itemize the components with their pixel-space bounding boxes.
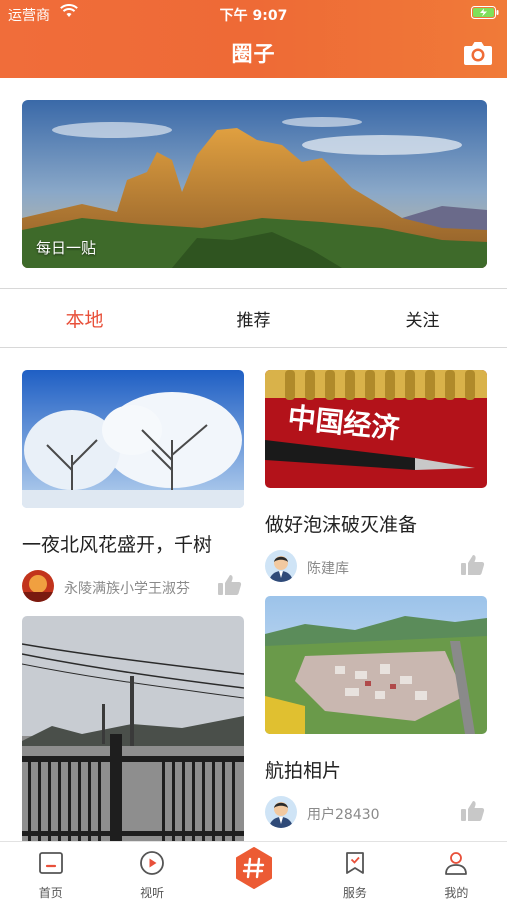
tabbar-item-home[interactable]: 首页 xyxy=(0,842,101,900)
thumbs-up-icon[interactable] xyxy=(218,574,242,596)
bottom-tab-bar: 首页 视听 服务 我的 xyxy=(0,841,507,900)
post-image xyxy=(265,596,487,734)
tab-local[interactable]: 本地 xyxy=(0,289,169,347)
avatar[interactable] xyxy=(265,550,297,582)
post-image: 中国经济 xyxy=(265,370,487,488)
post-card[interactable]: 一夜北风花盛开，千树 xyxy=(22,370,244,557)
post-meta: 陈建库 xyxy=(265,550,487,584)
battery-icon xyxy=(471,6,499,19)
thumbs-up-icon[interactable] xyxy=(461,800,485,822)
tabbar-label: 首页 xyxy=(38,886,63,900)
post-title: 航拍相片 xyxy=(265,760,342,782)
daily-post-banner[interactable]: 每日一贴 xyxy=(22,100,487,268)
tabbar-item-media[interactable]: 视听 xyxy=(101,842,202,900)
user-icon xyxy=(445,852,468,875)
avatar[interactable] xyxy=(265,796,297,828)
tabbar-label: 我的 xyxy=(444,886,469,900)
author-name[interactable]: 陈建库 xyxy=(307,558,349,578)
clock: 下午 9:07 xyxy=(219,8,288,24)
avatar[interactable] xyxy=(22,570,54,602)
camera-icon[interactable] xyxy=(463,40,493,66)
post-image xyxy=(22,370,244,508)
tab-following[interactable]: 关注 xyxy=(338,289,507,347)
banner-section: 每日一贴 xyxy=(0,78,507,288)
author-name[interactable]: 永陵满族小学王淑芬 xyxy=(64,578,190,598)
app-header: 运营商 下午 9:07 圈子 xyxy=(0,0,507,78)
tabbar-label: 服务 xyxy=(342,886,367,900)
post-title: 一夜北风花盛开，千树 xyxy=(22,534,213,556)
author-name[interactable]: 用户28430 xyxy=(307,804,380,824)
post-image xyxy=(22,616,244,841)
banner-caption: 每日一贴 xyxy=(36,239,97,257)
feed-tabs: 本地 推荐 关注 xyxy=(0,288,507,348)
home-icon xyxy=(38,852,63,874)
play-icon xyxy=(140,851,165,875)
hashtag-icon xyxy=(235,847,272,889)
thumbs-up-icon[interactable] xyxy=(461,554,485,576)
page-title: 圈子 xyxy=(231,42,276,66)
tabbar-item-mine[interactable]: 我的 xyxy=(406,842,507,900)
post-meta: 永陵满族小学王淑芬 xyxy=(22,570,244,604)
bookmark-icon xyxy=(346,852,364,874)
tab-recommended[interactable]: 推荐 xyxy=(169,289,338,347)
post-card[interactable]: 中国经济 做好泡沫破灭准备 xyxy=(265,370,487,537)
tabbar-item-circle[interactable] xyxy=(203,842,304,900)
post-card[interactable]: 航拍相片 xyxy=(265,596,487,783)
tabbar-label: 视听 xyxy=(140,886,165,900)
post-meta: 用户28430 xyxy=(265,796,487,830)
status-bar: 运营商 下午 9:07 xyxy=(0,0,507,26)
post-feed: 一夜北风花盛开，千树 永陵满族小学王淑芬 中国经济 做好泡沫破灭准备 陈建库 航… xyxy=(0,348,507,841)
post-card[interactable] xyxy=(22,616,244,841)
tabbar-item-services[interactable]: 服务 xyxy=(304,842,405,900)
post-title: 做好泡沫破灭准备 xyxy=(265,514,418,536)
